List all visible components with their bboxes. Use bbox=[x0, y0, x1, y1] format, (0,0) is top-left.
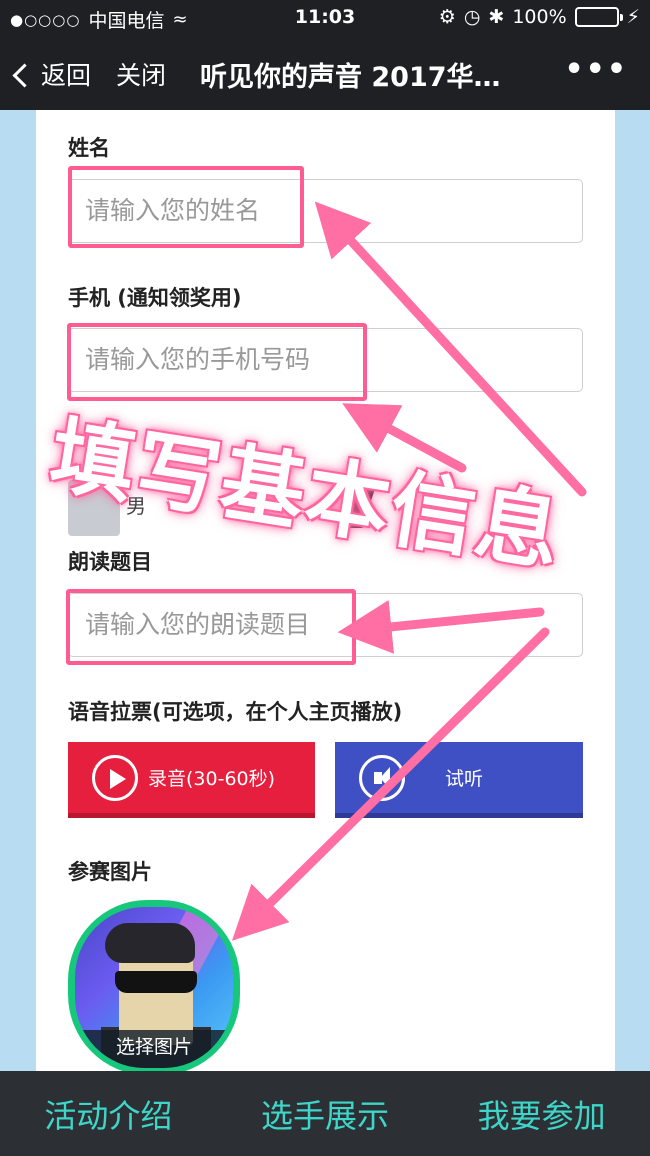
signup-form: 姓名 请输入您的姓名 手机 (通知领奖用) 请输入您的手机号码 男 朗读题目 请… bbox=[36, 110, 615, 1071]
speaker-icon bbox=[359, 754, 405, 801]
back-label: 返回 bbox=[41, 61, 92, 90]
play-icon bbox=[92, 754, 138, 801]
phone-label: 手机 (通知领奖用) bbox=[68, 286, 242, 310]
battery-icon bbox=[574, 7, 623, 27]
status-right: ⚙ ◷ ✱ 100% ⚡ bbox=[439, 6, 640, 28]
close-button[interactable]: 关闭 bbox=[116, 56, 166, 92]
name-input[interactable]: 请输入您的姓名 bbox=[68, 179, 583, 243]
vote-label: 语音拉票(可选项，在个人主页播放) bbox=[68, 700, 403, 724]
record-button[interactable]: 录音(30-60秒) bbox=[68, 742, 315, 818]
charging-icon: ⚡ bbox=[626, 6, 640, 28]
phone-input[interactable]: 请输入您的手机号码 bbox=[68, 328, 583, 392]
page-title: 听见你的声音 2017华… bbox=[200, 62, 501, 93]
topic-label: 朗读题目 bbox=[68, 550, 152, 574]
chevron-left-icon bbox=[12, 62, 37, 88]
battery-percent: 100% bbox=[512, 6, 567, 28]
topic-input[interactable]: 请输入您的朗读题目 bbox=[68, 593, 583, 657]
status-bar: ●○○○○ 中国电信 ≈ 11:03 ⚙ ◷ ✱ 100% ⚡ bbox=[0, 0, 650, 36]
listen-button[interactable]: 试听 bbox=[335, 742, 583, 818]
nav-bar: 返回 关闭 听见你的声音 2017华… ••• bbox=[0, 36, 650, 110]
sunglasses-icon bbox=[115, 971, 197, 993]
gender-option-female[interactable] bbox=[340, 480, 378, 528]
avatar-image: 选择图片 bbox=[75, 907, 233, 1068]
name-label: 姓名 bbox=[68, 136, 110, 160]
record-label: 录音(30-60秒) bbox=[148, 768, 276, 790]
choose-photo-button[interactable]: 选择图片 bbox=[68, 900, 240, 1071]
gender-option-male[interactable] bbox=[68, 480, 120, 536]
choose-photo-label: 选择图片 bbox=[75, 1030, 233, 1068]
nav-item-players[interactable]: 选手展示 bbox=[261, 1091, 389, 1137]
back-button[interactable]: 返回 bbox=[12, 56, 92, 92]
alarm-icon: ◷ bbox=[463, 6, 481, 28]
rotation-lock-icon: ⚙ bbox=[438, 6, 456, 28]
listen-label: 试听 bbox=[445, 768, 484, 790]
gender-label: 男 bbox=[126, 494, 146, 518]
nav-item-intro[interactable]: 活动介绍 bbox=[44, 1091, 172, 1137]
bluetooth-icon: ✱ bbox=[488, 6, 505, 28]
nav-item-join[interactable]: 我要参加 bbox=[478, 1091, 606, 1137]
more-menu-button[interactable]: ••• bbox=[564, 52, 628, 87]
bottom-nav: 活动介绍 选手展示 我要参加 bbox=[0, 1071, 650, 1156]
photo-label: 参赛图片 bbox=[68, 860, 152, 884]
